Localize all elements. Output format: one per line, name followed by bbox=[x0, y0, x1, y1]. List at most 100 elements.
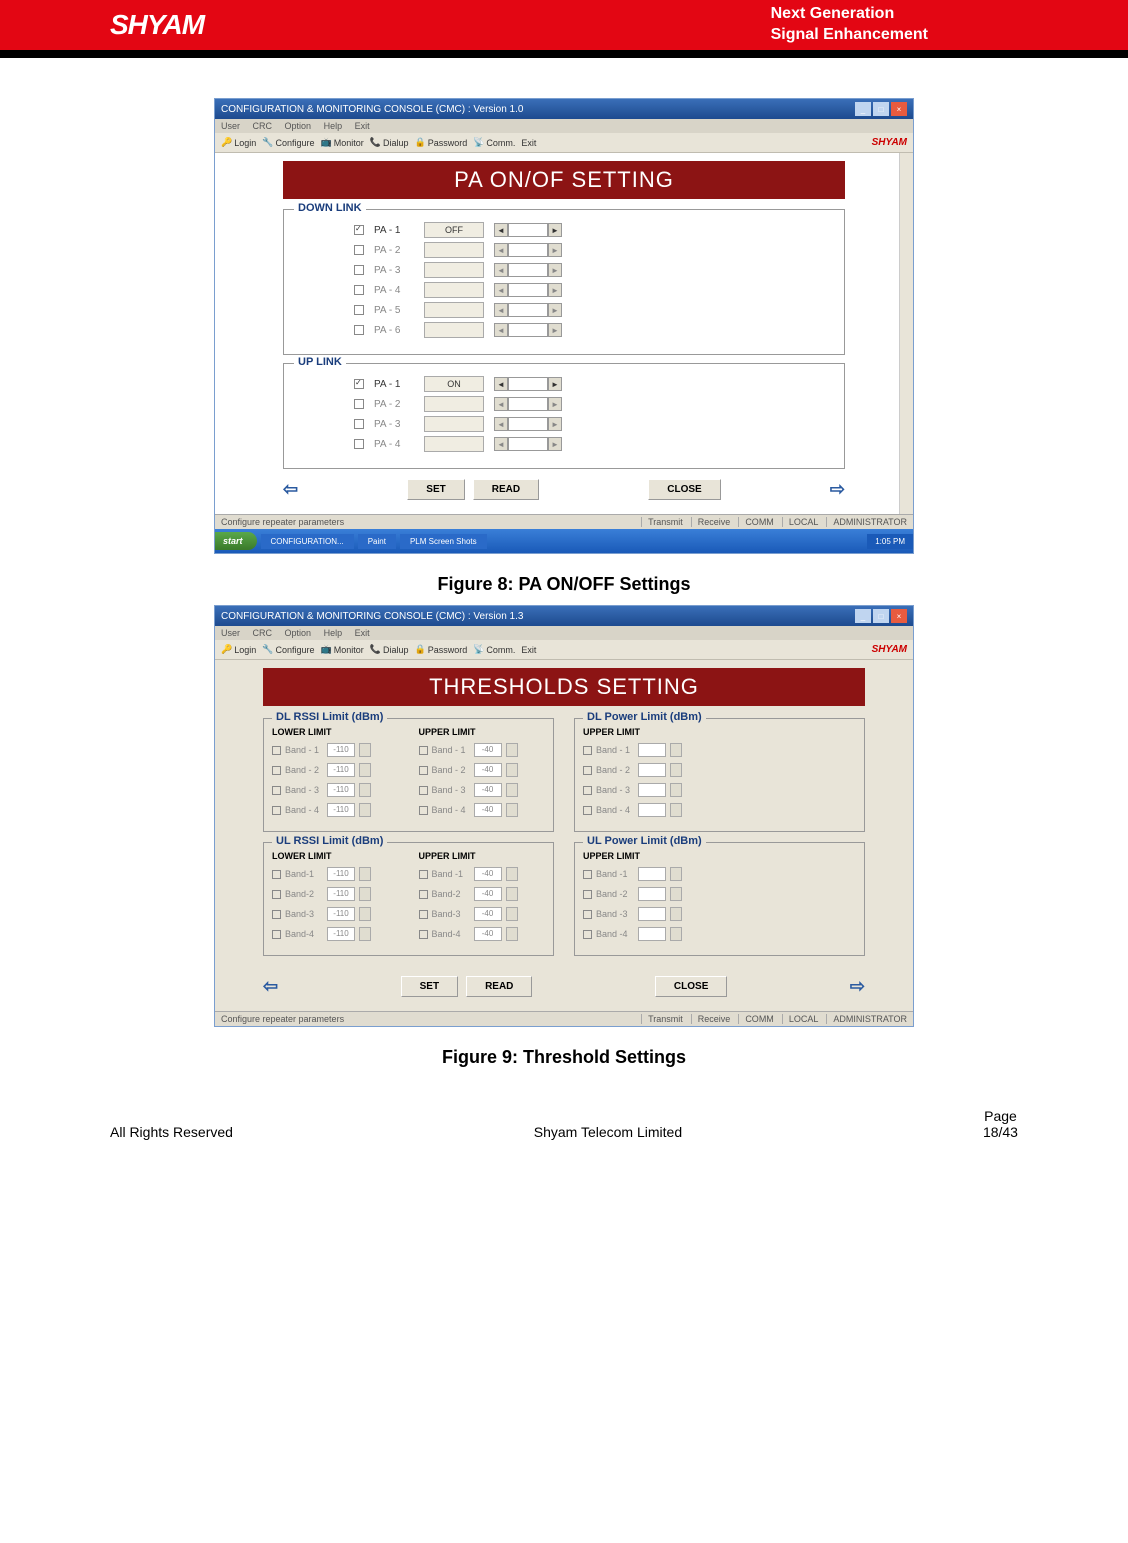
threshold-value-field[interactable]: -40 bbox=[474, 803, 502, 817]
threshold-value-field[interactable]: -110 bbox=[327, 887, 355, 901]
pa-status-field[interactable] bbox=[424, 262, 484, 278]
slider-track[interactable] bbox=[508, 223, 548, 237]
checkbox-icon[interactable] bbox=[354, 439, 364, 449]
spinner-icon[interactable] bbox=[359, 803, 371, 817]
menu-help[interactable]: Help bbox=[324, 628, 343, 638]
pa-slider[interactable]: ◄ ► bbox=[494, 263, 562, 277]
slider-track[interactable] bbox=[508, 323, 548, 337]
toolbar-login[interactable]: 🔑 Login bbox=[221, 644, 256, 655]
close-icon[interactable]: × bbox=[891, 102, 907, 116]
task-item[interactable]: Paint bbox=[358, 534, 396, 549]
spinner-icon[interactable] bbox=[359, 907, 371, 921]
slider-left-icon[interactable]: ◄ bbox=[494, 437, 508, 451]
slider-left-icon[interactable]: ◄ bbox=[494, 397, 508, 411]
checkbox-icon[interactable] bbox=[354, 285, 364, 295]
spinner-icon[interactable] bbox=[670, 887, 682, 901]
threshold-value-field[interactable]: -110 bbox=[327, 803, 355, 817]
slider-right-icon[interactable]: ► bbox=[548, 283, 562, 297]
threshold-value-field[interactable] bbox=[638, 867, 666, 881]
menu-option[interactable]: Option bbox=[285, 121, 312, 131]
spinner-icon[interactable] bbox=[359, 783, 371, 797]
checkbox-icon[interactable] bbox=[419, 890, 428, 899]
spinner-icon[interactable] bbox=[359, 927, 371, 941]
spinner-icon[interactable] bbox=[506, 803, 518, 817]
slider-right-icon[interactable]: ► bbox=[548, 323, 562, 337]
spinner-icon[interactable] bbox=[359, 743, 371, 757]
spinner-icon[interactable] bbox=[506, 743, 518, 757]
scrollbar[interactable] bbox=[899, 153, 913, 514]
checkbox-icon[interactable] bbox=[583, 766, 592, 775]
pa-status-field[interactable] bbox=[424, 436, 484, 452]
spinner-icon[interactable] bbox=[506, 927, 518, 941]
task-item[interactable]: PLM Screen Shots bbox=[400, 534, 487, 549]
slider-left-icon[interactable]: ◄ bbox=[494, 263, 508, 277]
checkbox-icon[interactable] bbox=[354, 379, 364, 389]
threshold-value-field[interactable]: -110 bbox=[327, 927, 355, 941]
toolbar-comm[interactable]: 📡 Comm. bbox=[473, 137, 515, 148]
checkbox-icon[interactable] bbox=[419, 870, 428, 879]
prev-arrow-icon[interactable]: ⇦ bbox=[283, 479, 298, 500]
pa-slider[interactable]: ◄ ► bbox=[494, 397, 562, 411]
checkbox-icon[interactable] bbox=[354, 225, 364, 235]
toolbar-monitor[interactable]: 📺 Monitor bbox=[321, 137, 364, 148]
slider-right-icon[interactable]: ► bbox=[548, 303, 562, 317]
toolbar-password[interactable]: 🔒 Password bbox=[414, 137, 467, 148]
threshold-value-field[interactable]: -40 bbox=[474, 783, 502, 797]
pa-status-field[interactable]: ON bbox=[424, 376, 484, 392]
checkbox-icon[interactable] bbox=[272, 930, 281, 939]
menu-crc[interactable]: CRC bbox=[253, 121, 273, 131]
toolbar-exit[interactable]: Exit bbox=[521, 645, 536, 655]
slider-left-icon[interactable]: ◄ bbox=[494, 223, 508, 237]
slider-right-icon[interactable]: ► bbox=[548, 417, 562, 431]
toolbar-login[interactable]: 🔑 Login bbox=[221, 137, 256, 148]
spinner-icon[interactable] bbox=[359, 887, 371, 901]
checkbox-icon[interactable] bbox=[272, 786, 281, 795]
spinner-icon[interactable] bbox=[359, 867, 371, 881]
threshold-value-field[interactable]: -40 bbox=[474, 927, 502, 941]
checkbox-icon[interactable] bbox=[419, 910, 428, 919]
maximize-icon[interactable]: □ bbox=[873, 102, 889, 116]
checkbox-icon[interactable] bbox=[272, 766, 281, 775]
threshold-value-field[interactable] bbox=[638, 803, 666, 817]
threshold-value-field[interactable]: -110 bbox=[327, 743, 355, 757]
slider-left-icon[interactable]: ◄ bbox=[494, 323, 508, 337]
system-tray[interactable]: 1:05 PM bbox=[867, 534, 913, 549]
spinner-icon[interactable] bbox=[506, 887, 518, 901]
threshold-value-field[interactable] bbox=[638, 927, 666, 941]
menu-user[interactable]: User bbox=[221, 121, 240, 131]
read-button[interactable]: READ bbox=[466, 976, 532, 997]
pa-status-field[interactable] bbox=[424, 242, 484, 258]
menu-exit[interactable]: Exit bbox=[355, 121, 370, 131]
threshold-value-field[interactable] bbox=[638, 907, 666, 921]
spinner-icon[interactable] bbox=[506, 783, 518, 797]
pa-slider[interactable]: ◄ ► bbox=[494, 283, 562, 297]
checkbox-icon[interactable] bbox=[354, 325, 364, 335]
slider-left-icon[interactable]: ◄ bbox=[494, 377, 508, 391]
threshold-value-field[interactable] bbox=[638, 783, 666, 797]
slider-right-icon[interactable]: ► bbox=[548, 397, 562, 411]
toolbar-configure[interactable]: 🔧 Configure bbox=[262, 137, 314, 148]
spinner-icon[interactable] bbox=[506, 763, 518, 777]
start-button[interactable]: start bbox=[215, 532, 257, 550]
pa-status-field[interactable]: OFF bbox=[424, 222, 484, 238]
checkbox-icon[interactable] bbox=[583, 930, 592, 939]
checkbox-icon[interactable] bbox=[272, 870, 281, 879]
checkbox-icon[interactable] bbox=[272, 910, 281, 919]
pa-slider[interactable]: ◄ ► bbox=[494, 243, 562, 257]
spinner-icon[interactable] bbox=[670, 783, 682, 797]
threshold-value-field[interactable] bbox=[638, 887, 666, 901]
checkbox-icon[interactable] bbox=[419, 766, 428, 775]
slider-track[interactable] bbox=[508, 263, 548, 277]
toolbar-monitor[interactable]: 📺 Monitor bbox=[321, 644, 364, 655]
slider-right-icon[interactable]: ► bbox=[548, 437, 562, 451]
menu-option[interactable]: Option bbox=[285, 628, 312, 638]
checkbox-icon[interactable] bbox=[272, 746, 281, 755]
slider-track[interactable] bbox=[508, 243, 548, 257]
next-arrow-icon[interactable]: ⇨ bbox=[830, 479, 845, 500]
threshold-value-field[interactable]: -40 bbox=[474, 887, 502, 901]
slider-track[interactable] bbox=[508, 283, 548, 297]
pa-status-field[interactable] bbox=[424, 322, 484, 338]
threshold-value-field[interactable]: -40 bbox=[474, 867, 502, 881]
pa-slider[interactable]: ◄ ► bbox=[494, 323, 562, 337]
checkbox-icon[interactable] bbox=[354, 399, 364, 409]
